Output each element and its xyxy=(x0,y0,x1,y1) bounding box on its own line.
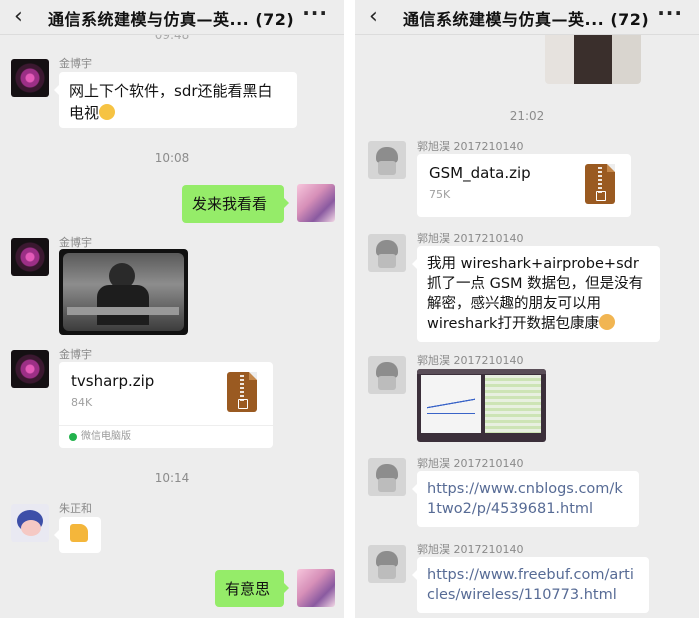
avatar-guo-xuhao[interactable] xyxy=(368,234,406,272)
tv-screenshot-image[interactable] xyxy=(59,249,188,335)
message-link[interactable]: https://www.freebuf.com/articles/wireles… xyxy=(427,567,634,603)
sender-name: 金博宇 xyxy=(59,348,92,361)
file-size: 75K xyxy=(429,188,451,201)
timestamp: 10:08 xyxy=(154,151,190,165)
message-bubble[interactable]: https://www.freebuf.com/articles/wireles… xyxy=(412,557,649,613)
file-name: tvsharp.zip xyxy=(71,372,155,390)
file-size: 84K xyxy=(71,396,93,409)
file-message-card[interactable]: GSM_data.zip 75K xyxy=(417,154,631,217)
photo-image[interactable] xyxy=(545,28,641,84)
cat-smile-emoji-icon xyxy=(598,314,615,330)
file-message-card[interactable]: tvsharp.zip 84K 微信电脑版 xyxy=(59,362,273,448)
avatar-guo-xuhao[interactable] xyxy=(368,458,406,496)
message-link[interactable]: https://www.cnblogs.com/k1two2/p/4539681… xyxy=(427,481,623,517)
message-text: 发来我看看 xyxy=(192,195,268,213)
zip-file-icon xyxy=(585,164,615,204)
sender-name: 金博宇 xyxy=(59,57,92,70)
grinning-sweat-emoji-icon xyxy=(99,104,116,120)
message-bubble[interactable]: 网上下个软件，sdr还能看黑白电视 xyxy=(54,72,297,128)
avatar-guo-xuhao[interactable] xyxy=(368,356,406,394)
sender-name: 郭旭淏 2017210140 xyxy=(417,140,524,153)
chat-title: 通信系统建模与仿真—英... (72) xyxy=(48,10,295,29)
sender-name: 朱正和 xyxy=(59,502,92,515)
back-arrow-icon[interactable]: ‹ xyxy=(14,4,30,29)
wechat-icon xyxy=(69,433,77,441)
sender-name: 郭旭淏 2017210140 xyxy=(417,543,524,556)
avatar-guo-xuhao[interactable] xyxy=(368,545,406,583)
message-text: 有意思 xyxy=(225,580,271,598)
right-chat-panel: ‹ 通信系统建模与仿真—英... (72) ··· 21:02 郭旭淏 2017… xyxy=(355,0,699,618)
message-bubble[interactable] xyxy=(54,517,101,553)
avatar-jin-boyu[interactable] xyxy=(11,59,49,97)
file-source: 微信电脑版 xyxy=(59,425,273,448)
sender-name: 郭旭淏 2017210140 xyxy=(417,457,524,470)
more-options-icon[interactable]: ··· xyxy=(302,1,328,25)
avatar-self[interactable] xyxy=(297,184,335,222)
self-message-bubble[interactable]: 有意思 xyxy=(215,570,289,607)
avatar-guo-xuhao[interactable] xyxy=(368,141,406,179)
avatar-self[interactable] xyxy=(297,569,335,607)
avatar-jin-boyu[interactable] xyxy=(11,350,49,388)
wireshark-screenshot-image[interactable] xyxy=(417,369,546,442)
timestamp: 21:02 xyxy=(509,109,545,123)
message-bubble[interactable]: 我用 wireshark+airprobe+sdr抓了一点 GSM 数据包，但是… xyxy=(412,246,660,342)
sender-name: 金博宇 xyxy=(59,236,92,249)
sender-name: 郭旭淏 2017210140 xyxy=(417,354,524,367)
avatar-jin-boyu[interactable] xyxy=(11,238,49,276)
member-count: (72) xyxy=(610,10,650,29)
back-arrow-icon[interactable]: ‹ xyxy=(369,4,385,29)
left-chat-panel: ‹ 通信系统建模与仿真—英... (72) ··· 09:48 金博宇 网上下个… xyxy=(0,0,344,618)
sender-name: 郭旭淏 2017210140 xyxy=(417,232,524,245)
avatar-zhu-zhenghe[interactable] xyxy=(11,504,49,542)
zip-file-icon xyxy=(227,372,257,412)
timestamp: 10:14 xyxy=(154,471,190,485)
message-bubble[interactable]: https://www.cnblogs.com/k1two2/p/4539681… xyxy=(412,471,639,527)
chat-header: ‹ 通信系统建模与仿真—英... (72) ··· xyxy=(355,0,699,35)
chat-header: ‹ 通信系统建模与仿真—英... (72) ··· xyxy=(0,0,344,35)
file-name: GSM_data.zip xyxy=(429,164,531,182)
self-message-bubble[interactable]: 发来我看看 xyxy=(182,185,289,223)
chat-title: 通信系统建模与仿真—英... (72) xyxy=(403,10,650,29)
thumbs-up-emoji-icon xyxy=(70,524,88,542)
member-count: (72) xyxy=(255,10,295,29)
more-options-icon[interactable]: ··· xyxy=(657,1,683,25)
